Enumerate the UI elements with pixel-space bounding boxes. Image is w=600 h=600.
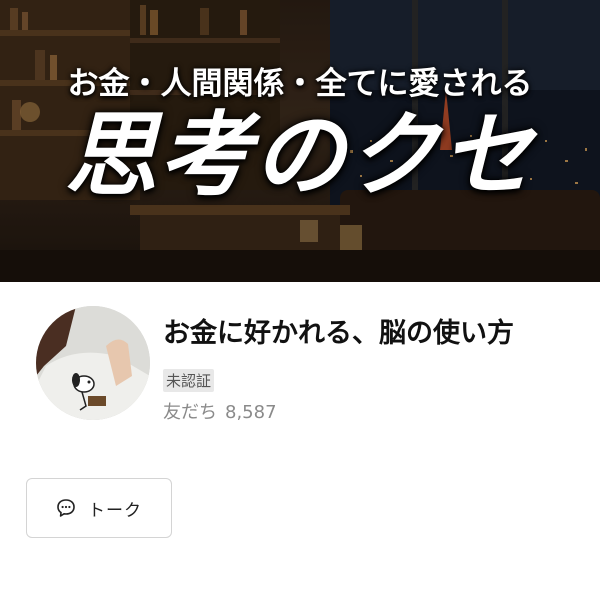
cover-image: お金・人間関係・全てに愛される 思考のクセ — [0, 0, 600, 282]
cover-subtitle: お金・人間関係・全てに愛される — [67, 66, 533, 102]
friends-label: 友だち — [163, 402, 217, 423]
avatar-photo — [36, 306, 150, 420]
talk-button-label: トーク — [88, 500, 142, 521]
avatar[interactable] — [36, 306, 150, 420]
friends-count-row: 友だち 8,587 — [163, 398, 277, 424]
friends-count: 8,587 — [225, 402, 277, 423]
cover-title: 思考のクセ — [64, 101, 535, 209]
talk-button[interactable]: トーク — [26, 478, 172, 538]
chat-bubble-icon — [56, 498, 76, 518]
profile-name: お金に好かれる、脳の使い方 — [163, 318, 514, 349]
status-badge: 未認証 — [163, 369, 215, 392]
